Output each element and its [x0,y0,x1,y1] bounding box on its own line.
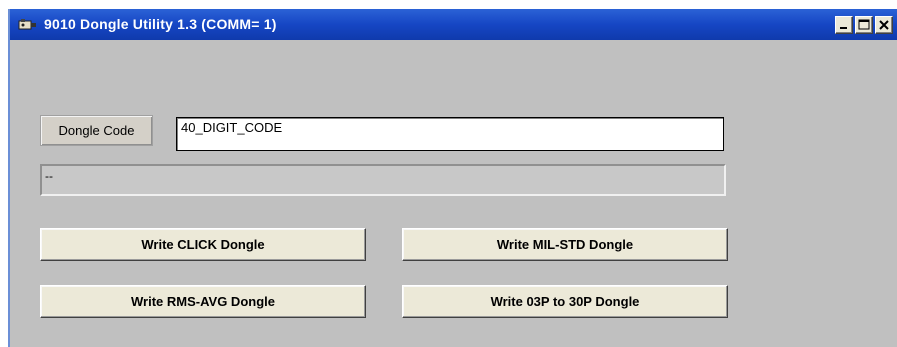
dongle-code-button[interactable]: Dongle Code [40,115,153,146]
title-bar[interactable]: 9010 Dongle Utility 1.3 (COMM= 1) [10,9,897,40]
maximize-icon [858,19,870,30]
minimize-icon [840,27,847,29]
background-strip [0,0,897,9]
close-icon [879,20,889,30]
write-03p-30p-dongle-button[interactable]: Write 03P to 30P Dongle [402,285,728,318]
window-title: 9010 Dongle Utility 1.3 (COMM= 1) [44,16,277,32]
app-window: 9010 Dongle Utility 1.3 (COMM= 1) Dongle… [8,9,897,347]
write-click-dongle-button[interactable]: Write CLICK Dongle [40,228,366,261]
minimize-button[interactable] [835,16,853,34]
maximize-button[interactable] [855,16,873,34]
dongle-code-input[interactable]: 40_DIGIT_CODE [176,117,724,151]
write-mil-std-dongle-button[interactable]: Write MIL-STD Dongle [402,228,728,261]
status-field: -- [40,164,726,196]
write-rms-avg-dongle-button[interactable]: Write RMS-AVG Dongle [40,285,366,318]
app-icon [18,19,36,30]
close-button[interactable] [875,16,893,34]
